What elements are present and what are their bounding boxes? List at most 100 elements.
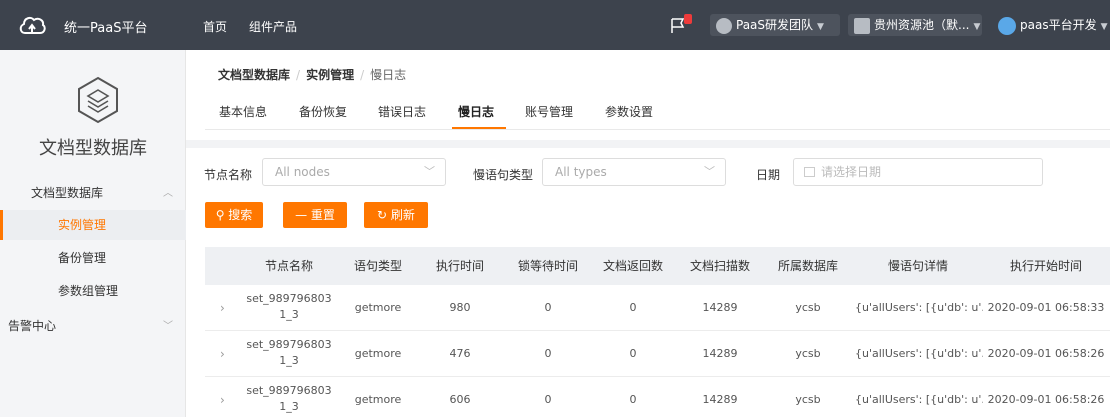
table-header: 节点名称 语句类型 执行时间 锁等待时间 文档返回数 文档扫描数 所属数据库 慢… — [205, 247, 1110, 285]
team-selector[interactable]: PaaS研发团队 ▼ — [710, 14, 840, 36]
tab-parameters[interactable]: 参数设置 — [605, 103, 653, 120]
sidebar-item-backup[interactable]: 备份管理 — [0, 243, 186, 273]
col-database: 所属数据库 — [777, 259, 838, 273]
refresh-button[interactable]: ↻ 刷新 — [364, 202, 428, 228]
cell-stmt-type: getmore — [354, 393, 402, 406]
cell-docs-scanned: 14289 — [702, 347, 738, 360]
cell-slow-detail: {u'allUsers': [{u'db': u'... — [855, 393, 983, 406]
col-start-time: 执行开始时间 — [1009, 259, 1082, 273]
col-stmt-type: 语句类型 — [353, 259, 402, 273]
nav-home[interactable]: 首页 — [203, 18, 227, 35]
cell-docs-scanned: 14289 — [702, 301, 738, 314]
cell-docs-returned: 0 — [629, 347, 637, 360]
tab-slow-log[interactable]: 慢日志 — [458, 103, 494, 120]
avatar — [998, 16, 1016, 35]
minus-icon: — — [295, 208, 311, 222]
user-name: paas平台开发 — [1020, 18, 1097, 32]
cell-database: ycsb — [795, 347, 821, 360]
sidebar-group-alerts[interactable]: 告警中心 ﹀ — [8, 317, 173, 334]
cell-slow-detail: {u'allUsers': [{u'db': u'... — [855, 347, 983, 360]
date-label: 日期 — [756, 168, 781, 182]
col-exec-time: 执行时间 — [435, 259, 484, 273]
nav-products[interactable]: 组件产品 — [249, 18, 297, 35]
slow-type-label: 慢语句类型 — [473, 168, 534, 182]
cell-database: ycsb — [795, 393, 821, 406]
brand-title[interactable]: 统一PaaS平台 — [64, 17, 147, 36]
type-select[interactable]: All types ﹀ — [542, 158, 726, 186]
cell-node-name: set_989796803 1_3 — [246, 338, 332, 367]
breadcrumb: 文档型数据库 / 实例管理 / 慢日志 — [218, 66, 406, 83]
date-placeholder: 请选择日期 — [821, 165, 882, 179]
col-docs-scanned: 文档扫描数 — [689, 259, 750, 273]
col-docs-returned: 文档返回数 — [602, 259, 663, 273]
team-label: PaaS研发团队 — [736, 18, 814, 32]
chevron-down-icon: ﹀ — [424, 165, 435, 178]
col-node-name: 节点名称 — [264, 259, 313, 273]
sidebar-group-docdb[interactable]: 文档型数据库 ︿ — [31, 184, 173, 201]
table-row[interactable]: › set_989796803 1_3 getmore 476 0 0 14289… — [205, 331, 1110, 377]
chevron-right-icon[interactable]: › — [220, 285, 225, 331]
cell-start-time: 2020-09-01 06:58:26 — [987, 347, 1105, 360]
chevron-up-icon: ︿ — [163, 188, 173, 199]
cell-database: ycsb — [795, 301, 821, 314]
cell-docs-returned: 0 — [629, 393, 637, 406]
chevron-down-icon: ﹀ — [163, 321, 173, 332]
tab-backup-restore[interactable]: 备份恢复 — [299, 103, 347, 120]
cell-start-time: 2020-09-01 06:58:33 — [987, 301, 1105, 314]
cell-docs-scanned: 14289 — [702, 393, 738, 406]
tab-basic-info[interactable]: 基本信息 — [219, 103, 267, 120]
calendar-icon — [804, 167, 815, 177]
search-label: 搜索 — [228, 208, 253, 222]
section-gap — [186, 140, 1110, 148]
sidebar-item-instances[interactable]: 实例管理 — [0, 210, 186, 240]
chevron-down-icon: ▼ — [973, 22, 981, 32]
cell-node-name: set_989796803 1_3 — [246, 292, 332, 321]
search-button[interactable]: ⚲ 搜索 — [205, 202, 263, 228]
sidebar: 文档型数据库 文档型数据库 ︿ 实例管理 备份管理 参数组管理 告警中心 ﹀ — [0, 50, 186, 417]
chevron-down-icon: ▼ — [817, 22, 824, 32]
resource-pool-selector[interactable]: 贵州资源池（默... ▼ — [848, 14, 982, 36]
team-icon — [716, 17, 732, 34]
cell-exec-time: 606 — [449, 393, 471, 406]
date-picker[interactable]: 请选择日期 — [793, 158, 1043, 186]
cell-lock-wait: 0 — [544, 393, 552, 406]
cell-exec-time: 980 — [449, 301, 471, 314]
notification-badge — [684, 14, 692, 24]
node-select[interactable]: All nodes ﹀ — [262, 158, 446, 186]
col-lock-wait: 锁等待时间 — [517, 259, 578, 273]
chevron-right-icon[interactable]: › — [220, 331, 225, 377]
cell-start-time: 2020-09-01 06:58:26 — [987, 393, 1105, 406]
chevron-down-icon: ▼ — [1100, 22, 1108, 32]
sidebar-group-label: 告警中心 — [8, 319, 57, 333]
breadcrumb-separator: / — [296, 68, 301, 82]
type-select-placeholder: All types — [555, 165, 607, 179]
chevron-right-icon[interactable]: › — [220, 377, 225, 417]
breadcrumb-item[interactable]: 文档型数据库 — [218, 68, 290, 82]
sidebar-item-param-groups[interactable]: 参数组管理 — [0, 276, 186, 306]
sidebar-group-label: 文档型数据库 — [31, 186, 104, 200]
breadcrumb-item[interactable]: 实例管理 — [306, 68, 354, 82]
cell-docs-returned: 0 — [629, 301, 637, 314]
node-select-placeholder: All nodes — [275, 165, 330, 179]
pool-icon — [854, 17, 870, 34]
cell-stmt-type: getmore — [354, 347, 402, 360]
top-bar: 统一PaaS平台 首页 组件产品 PaaS研发团队 ▼ 贵州资源池（默... ▼ p… — [0, 0, 1110, 50]
reset-button[interactable]: — 重置 — [283, 202, 347, 228]
breadcrumb-current: 慢日志 — [370, 68, 407, 82]
table-row[interactable]: › set_989796803 1_3 getmore 606 0 0 14289… — [205, 377, 1110, 417]
tab-error-log[interactable]: 错误日志 — [378, 103, 426, 120]
reset-label: 重置 — [310, 208, 335, 222]
tab-accounts[interactable]: 账号管理 — [525, 103, 573, 120]
cell-exec-time: 476 — [449, 347, 471, 360]
chevron-down-icon: ﹀ — [704, 165, 715, 178]
refresh-icon: ↻ — [377, 208, 391, 222]
cell-slow-detail: {u'allUsers': [{u'db': u'... — [855, 301, 983, 314]
document-db-hexagon-icon — [78, 76, 118, 124]
tab-divider — [205, 129, 1110, 130]
search-icon: ⚲ — [215, 208, 229, 222]
cloud-logo-icon — [19, 16, 46, 34]
table-row[interactable]: › set_989796803 1_3 getmore 980 0 0 14289… — [205, 285, 1110, 331]
user-menu[interactable]: paas平台开发 ▼ — [992, 14, 1110, 36]
sidebar-title: 文档型数据库 — [39, 138, 147, 159]
cell-lock-wait: 0 — [544, 347, 552, 360]
